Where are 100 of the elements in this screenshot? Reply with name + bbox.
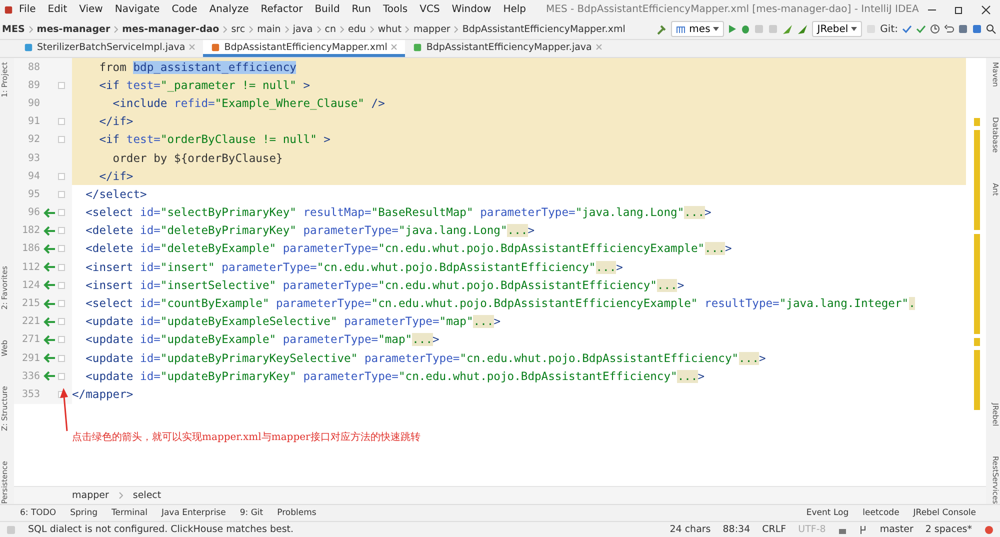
menu-item[interactable]: Analyze	[203, 4, 255, 15]
close-icon[interactable]	[596, 44, 602, 50]
clock-icon[interactable]	[930, 24, 940, 34]
path-crumb[interactable]: main	[257, 24, 281, 34]
chevron-right-icon	[249, 26, 254, 32]
scrollbar-marker[interactable]	[974, 338, 980, 346]
fold-marker-icon[interactable]	[58, 245, 65, 252]
path-crumb[interactable]: mes-manager	[36, 24, 110, 34]
menu-item[interactable]: Navigate	[108, 4, 166, 15]
menu-item[interactable]: Run	[346, 4, 377, 15]
chevron-right-icon	[118, 492, 123, 499]
scrollbar-marker[interactable]	[974, 130, 980, 230]
left-arrow-icon[interactable]	[42, 280, 56, 290]
line-number: 94	[26, 170, 40, 182]
path-crumb[interactable]: edu	[348, 24, 366, 34]
code-line: <update id="updateByPrimaryKey" parameterType="cn.edu.whut.pojo.BdpAssistantEfficiency"...>	[84, 368, 706, 385]
hammer-icon[interactable]	[656, 24, 668, 34]
code-line: </mapper>	[72, 386, 134, 403]
menu-item[interactable]: File	[13, 4, 42, 15]
menu-item[interactable]: Refactor	[254, 4, 309, 15]
path-crumb[interactable]: mapper	[413, 24, 450, 34]
left-arrow-icon[interactable]	[42, 316, 56, 327]
menu-item[interactable]: Code	[166, 4, 204, 15]
fold-marker-icon[interactable]	[58, 209, 65, 216]
chevron-right-icon	[454, 26, 458, 32]
tool-window-tab[interactable]: 6: TODO	[20, 508, 56, 518]
left-arrow-icon[interactable]	[42, 371, 56, 382]
menu-item[interactable]: Window	[446, 4, 498, 15]
fold-marker-icon[interactable]	[58, 190, 65, 198]
editor-tab[interactable]: BdpAssistantEfficiencyMapper.java	[405, 40, 610, 57]
fold-marker-icon[interactable]	[58, 118, 65, 126]
run-icon[interactable]	[728, 24, 738, 34]
tool-window-tab[interactable]: leetcode	[862, 508, 900, 518]
status-item[interactable]: CRLF	[762, 524, 786, 535]
caret-icon	[851, 27, 858, 31]
menu-item[interactable]: Tools	[376, 4, 414, 15]
path-crumb[interactable]: whut	[378, 24, 402, 34]
left-arrow-icon[interactable]	[42, 226, 56, 236]
menu-item[interactable]: Help	[497, 4, 532, 15]
tool-window-tab[interactable]: Event Log	[806, 508, 849, 518]
fold-marker-icon[interactable]	[58, 282, 65, 289]
path-crumb[interactable]: BdpAssistantEfficiencyMapper.xml	[462, 24, 626, 34]
indent-setting[interactable]: 2 spaces*	[925, 524, 972, 535]
fold-marker-icon[interactable]	[58, 336, 65, 344]
path-crumb[interactable]: src	[231, 24, 246, 34]
breadcrumb[interactable]: select	[132, 490, 162, 501]
run-config-dropdown[interactable]: mes	[671, 21, 724, 37]
left-arrow-icon[interactable]	[42, 353, 56, 364]
left-arrow-icon[interactable]	[42, 262, 56, 272]
path-crumb[interactable]: MES	[2, 24, 25, 34]
jrebel-dropdown[interactable]: JRebel	[812, 21, 862, 37]
tool-window-tab[interactable]: Spring	[70, 508, 98, 518]
fold-marker-icon[interactable]	[58, 264, 65, 271]
fold-marker-icon[interactable]	[58, 82, 65, 89]
tool-window-tab[interactable]: 9: Git	[240, 508, 264, 518]
line-number: 92	[26, 134, 40, 146]
editor-tab[interactable]: BdpAssistantEfficiencyMapper.xml	[203, 40, 406, 57]
path-crumb[interactable]: mes-manager-dao	[122, 24, 220, 34]
fold-marker-icon[interactable]	[58, 300, 65, 308]
tool-window-tab[interactable]: Java Enterprise	[161, 508, 226, 518]
scrollbar-marker[interactable]	[974, 234, 980, 334]
module-icon	[676, 25, 686, 33]
left-arrow-icon[interactable]	[42, 298, 56, 309]
tool-window-tab[interactable]: Problems	[277, 508, 316, 518]
path-crumb[interactable]: java	[292, 24, 313, 34]
scrollbar-marker[interactable]	[974, 350, 980, 410]
line-number: 112	[20, 262, 40, 273]
scrollbar-marker[interactable]	[974, 118, 980, 126]
fold-marker-icon[interactable]	[58, 172, 65, 180]
tool-window-tab[interactable]: JRebel Console	[913, 508, 976, 518]
tool-window-tab[interactable]: Terminal	[112, 508, 148, 518]
menu-item[interactable]: View	[73, 4, 109, 15]
close-icon[interactable]	[189, 44, 196, 50]
search-icon[interactable]	[986, 24, 996, 34]
menu-item[interactable]: Build	[308, 4, 346, 15]
menu-item[interactable]: VCS	[414, 4, 446, 15]
code-line: <select id="countByExample" parameterType="cn.edu.whut.pojo.BdpAssistantEfficiencyExample" resultType="java.lang.Integer".	[84, 296, 916, 312]
fold-marker-icon[interactable]	[58, 372, 65, 380]
path-crumb[interactable]: cn	[324, 24, 336, 34]
circle-icon	[984, 524, 994, 534]
line-number: 93	[26, 152, 40, 164]
line-number: 124	[20, 280, 40, 291]
annotation-arrow	[58, 388, 70, 432]
left-arrow-icon[interactable]	[42, 334, 56, 345]
menu-item[interactable]: Edit	[42, 4, 74, 15]
bug-icon[interactable]	[741, 24, 750, 34]
fold-marker-icon[interactable]	[58, 136, 65, 144]
status-item[interactable]: 24 chars	[670, 524, 711, 535]
fold-marker-icon[interactable]	[58, 318, 65, 326]
left-arrow-icon[interactable]	[42, 244, 56, 254]
undo-icon[interactable]	[944, 24, 954, 34]
branch-name[interactable]: master	[880, 524, 914, 535]
fold-marker-icon[interactable]	[58, 354, 65, 362]
status-item[interactable]: 88:34	[722, 524, 750, 535]
close-icon[interactable]	[391, 44, 398, 50]
branch-icon[interactable]	[858, 524, 868, 534]
left-arrow-icon[interactable]	[42, 208, 56, 218]
editor-tab[interactable]: SterilizerBatchServiceImpl.java	[16, 40, 204, 57]
breadcrumb[interactable]: mapper	[72, 490, 109, 501]
fold-marker-icon[interactable]	[58, 227, 65, 234]
